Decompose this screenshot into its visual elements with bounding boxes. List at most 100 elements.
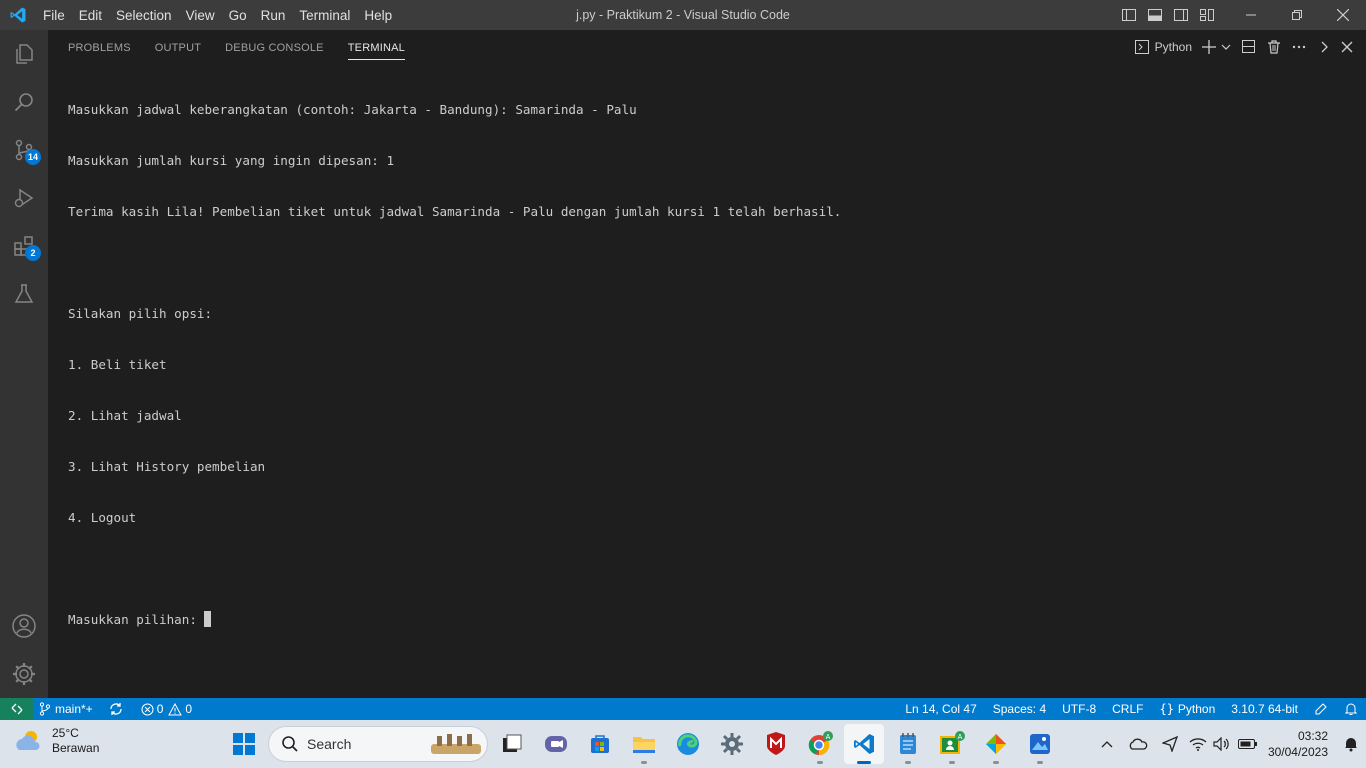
edge-browser-icon[interactable] bbox=[668, 724, 708, 764]
battery-icon[interactable] bbox=[1234, 738, 1262, 750]
restore-icon[interactable] bbox=[1274, 0, 1320, 30]
svg-text:A: A bbox=[826, 734, 831, 741]
run-debug-icon[interactable] bbox=[0, 174, 48, 222]
testing-icon[interactable] bbox=[0, 270, 48, 318]
source-control-icon[interactable]: 14 bbox=[0, 126, 48, 174]
git-branch[interactable]: main*+ bbox=[33, 698, 99, 720]
status-bar: main*+ 0 0 Ln 14, Col 47 Spaces: 4 UTF-8… bbox=[0, 698, 1366, 720]
split-terminal-icon[interactable] bbox=[1236, 30, 1262, 64]
terminal-line: 4. Logout bbox=[68, 510, 137, 525]
minimize-icon[interactable] bbox=[1228, 0, 1274, 30]
microsoft-store-icon[interactable] bbox=[580, 724, 620, 764]
start-button[interactable] bbox=[224, 724, 264, 764]
toggle-primary-sidebar-icon[interactable] bbox=[1116, 0, 1142, 30]
terminal-line: 1. Beli tiket bbox=[68, 357, 167, 372]
weather-widget[interactable]: 25°C Berawan bbox=[14, 726, 99, 756]
location-arrow-icon[interactable] bbox=[1154, 736, 1186, 752]
language-mode[interactable]: {} Python bbox=[1151, 698, 1223, 720]
menu-terminal[interactable]: Terminal bbox=[292, 8, 357, 23]
terminal-line: 3. Lihat History pembelian bbox=[68, 459, 266, 474]
menu-bar: File Edit Selection View Go Run Terminal… bbox=[36, 0, 399, 30]
clock[interactable]: 03:32 30/04/2023 bbox=[1268, 728, 1328, 760]
mcafee-icon[interactable] bbox=[756, 724, 796, 764]
problems-status[interactable]: 0 0 bbox=[135, 698, 198, 720]
onedrive-cloud-icon[interactable] bbox=[1122, 737, 1154, 751]
notifications-bell-icon[interactable] bbox=[1336, 698, 1366, 720]
kill-terminal-trash-icon[interactable] bbox=[1262, 30, 1286, 64]
remote-indicator-icon[interactable] bbox=[0, 698, 33, 720]
terminal-line: ​ bbox=[68, 254, 841, 271]
close-icon[interactable] bbox=[1320, 0, 1366, 30]
sync-icon[interactable] bbox=[103, 698, 129, 720]
photos-diamond-icon[interactable] bbox=[976, 724, 1016, 764]
menu-edit[interactable]: Edit bbox=[72, 8, 109, 23]
tab-output[interactable]: OUTPUT bbox=[147, 30, 209, 64]
menu-run[interactable]: Run bbox=[254, 8, 293, 23]
indentation[interactable]: Spaces: 4 bbox=[985, 698, 1054, 720]
language-label: Python bbox=[1177, 702, 1216, 716]
terminal-profile-label: Python bbox=[1154, 40, 1192, 54]
running-indicator bbox=[1037, 761, 1043, 764]
tab-terminal[interactable]: TERMINAL bbox=[340, 30, 413, 64]
running-indicator bbox=[641, 761, 647, 764]
branch-icon bbox=[39, 702, 51, 716]
tab-debug-console[interactable]: DEBUG CONSOLE bbox=[217, 30, 332, 64]
tab-problems[interactable]: PROBLEMS bbox=[60, 30, 139, 64]
cursor-position[interactable]: Ln 14, Col 47 bbox=[897, 698, 984, 720]
cloudy-sun-icon bbox=[16, 731, 40, 750]
search-icon[interactable] bbox=[0, 78, 48, 126]
taskbar-search[interactable]: Search bbox=[268, 726, 488, 762]
terminal-prompt-line[interactable]: Masukkan pilihan: bbox=[68, 611, 841, 628]
teams-chat-icon[interactable] bbox=[536, 724, 576, 764]
menu-selection[interactable]: Selection bbox=[109, 8, 179, 23]
wifi-icon[interactable] bbox=[1186, 737, 1210, 751]
extensions-icon[interactable]: 2 bbox=[0, 222, 48, 270]
python-interpreter[interactable]: 3.10.7 64-bit bbox=[1223, 698, 1306, 720]
customize-layout-icon[interactable] bbox=[1194, 0, 1220, 30]
show-hidden-icons-chevron-up-icon[interactable] bbox=[1092, 740, 1122, 748]
terminal-line: ​ bbox=[68, 560, 841, 577]
volume-icon[interactable] bbox=[1210, 737, 1234, 751]
weather-condition: Berawan bbox=[52, 741, 100, 755]
error-icon bbox=[141, 703, 154, 715]
chrome-icon[interactable]: A bbox=[800, 724, 840, 764]
running-indicator bbox=[817, 761, 823, 764]
close-panel-icon[interactable] bbox=[1336, 30, 1358, 64]
search-highlight-illustration-icon bbox=[431, 734, 481, 754]
settings-gear-icon[interactable] bbox=[712, 724, 752, 764]
toggle-secondary-sidebar-icon[interactable] bbox=[1168, 0, 1194, 30]
more-actions-icon[interactable] bbox=[1286, 30, 1312, 64]
paint-photos-icon[interactable] bbox=[1020, 724, 1060, 764]
notepad-icon[interactable] bbox=[888, 724, 928, 764]
menu-view[interactable]: View bbox=[179, 8, 222, 23]
activity-bar: 14 2 bbox=[0, 30, 48, 698]
terminal-panel: PROBLEMS OUTPUT DEBUG CONSOLE TERMINAL P… bbox=[48, 30, 1366, 698]
file-explorer-icon[interactable] bbox=[624, 724, 664, 764]
menu-go[interactable]: Go bbox=[222, 8, 254, 23]
accounts-icon[interactable] bbox=[0, 602, 48, 650]
menu-file[interactable]: File bbox=[36, 8, 72, 23]
manage-gear-icon[interactable] bbox=[0, 650, 48, 698]
terminal-line: Terima kasih Lila! Pembelian tiket untuk… bbox=[68, 204, 842, 219]
explorer-icon[interactable] bbox=[0, 30, 48, 78]
terminal-output[interactable]: Masukkan jadwal keberangkatan (contoh: J… bbox=[68, 67, 841, 662]
vscode-logo-icon[interactable] bbox=[0, 0, 36, 30]
vscode-taskbar-icon[interactable] bbox=[844, 724, 884, 764]
new-terminal-icon[interactable] bbox=[1197, 30, 1221, 64]
toggle-panel-icon[interactable] bbox=[1142, 0, 1168, 30]
notification-center-icon[interactable] bbox=[1336, 736, 1366, 752]
feedback-icon[interactable] bbox=[1306, 698, 1336, 720]
terminal-dropdown-chevron-down-icon[interactable] bbox=[1221, 30, 1236, 64]
end-of-line[interactable]: CRLF bbox=[1104, 698, 1151, 720]
git-branch-label: main*+ bbox=[55, 702, 93, 716]
classroom-icon[interactable]: A bbox=[932, 724, 972, 764]
maximize-panel-chevron-icon[interactable] bbox=[1312, 30, 1336, 64]
running-indicator bbox=[993, 761, 999, 764]
running-indicator bbox=[949, 761, 955, 764]
encoding[interactable]: UTF-8 bbox=[1054, 698, 1104, 720]
terminal-profile[interactable]: Python bbox=[1130, 30, 1197, 64]
menu-help[interactable]: Help bbox=[357, 8, 399, 23]
task-view-icon[interactable] bbox=[492, 724, 532, 764]
search-icon bbox=[282, 736, 298, 752]
terminal-icon bbox=[1134, 40, 1149, 54]
